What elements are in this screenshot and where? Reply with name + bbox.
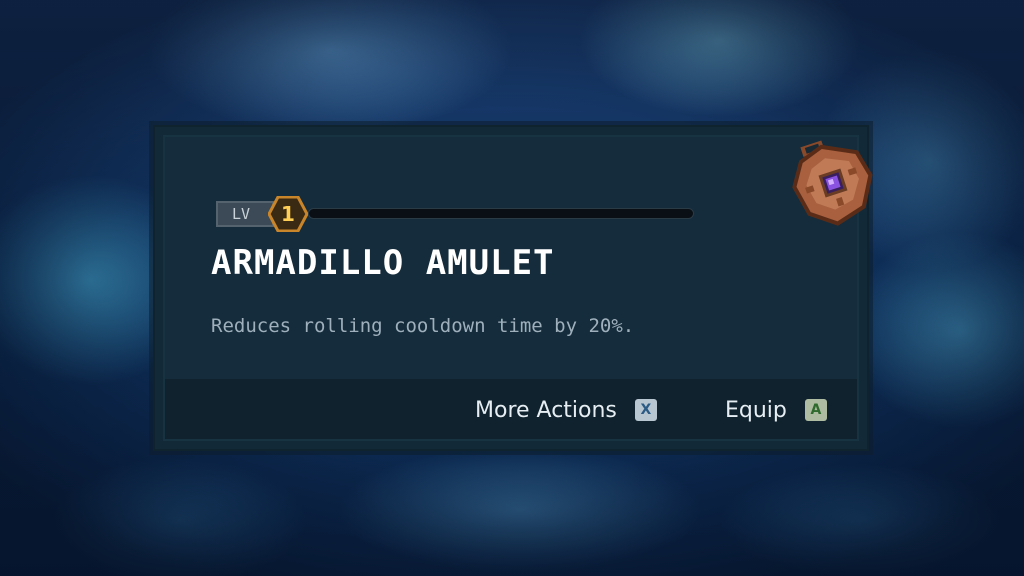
x-button-icon: X bbox=[634, 399, 657, 421]
armadillo-amulet-icon bbox=[792, 140, 873, 226]
item-tooltip-card: LV 1 ARMADILLO AMULET Reduces rolling co… bbox=[153, 125, 873, 451]
more-actions-button[interactable]: More Actions X bbox=[475, 397, 657, 423]
action-bar: More Actions X Equip A bbox=[165, 379, 857, 439]
more-actions-label: More Actions bbox=[475, 397, 617, 423]
xp-progress-track bbox=[308, 208, 694, 219]
equip-label: Equip bbox=[725, 397, 787, 423]
item-tooltip-panel: LV 1 ARMADILLO AMULET Reduces rolling co… bbox=[165, 137, 873, 439]
equip-button[interactable]: Equip A bbox=[725, 397, 827, 423]
level-number: 1 bbox=[281, 202, 295, 226]
item-name: ARMADILLO AMULET bbox=[211, 243, 555, 283]
a-button-icon: A bbox=[804, 399, 827, 421]
item-description: Reduces rolling cooldown time by 20%. bbox=[211, 315, 635, 337]
level-prefix-label: LV bbox=[216, 201, 274, 227]
